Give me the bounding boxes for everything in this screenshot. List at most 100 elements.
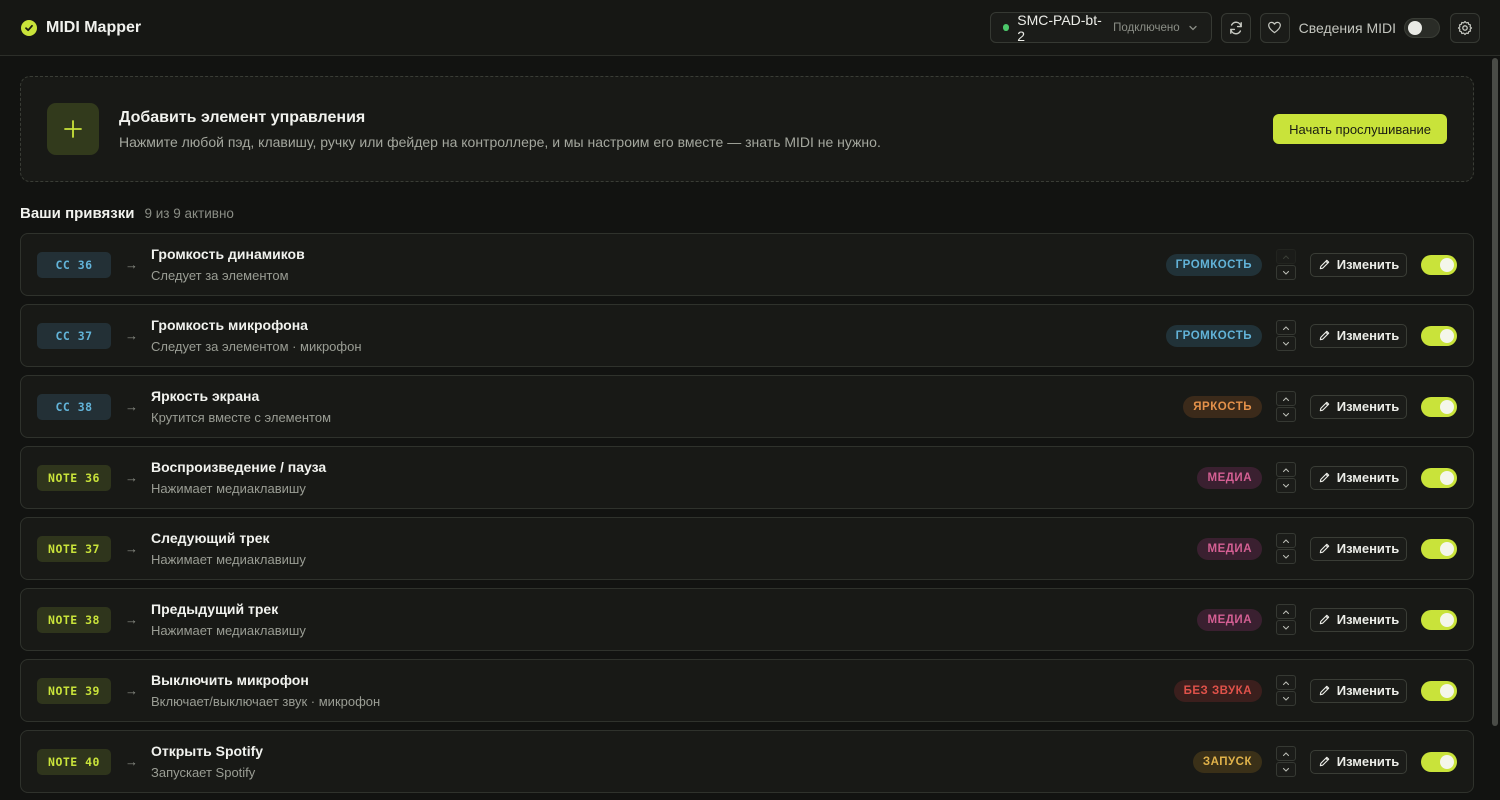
edit-binding-button[interactable]: Изменить xyxy=(1310,394,1407,419)
sync-icon xyxy=(1228,20,1244,36)
move-up-button[interactable] xyxy=(1276,746,1296,761)
edit-binding-button[interactable]: Изменить xyxy=(1310,323,1407,348)
arrow-icon: → xyxy=(125,399,138,414)
move-down-button[interactable] xyxy=(1276,336,1296,351)
binding-row: CC 37 → Громкость микрофона Следует за э… xyxy=(20,304,1474,367)
move-up-button[interactable] xyxy=(1276,249,1296,264)
move-up-button[interactable] xyxy=(1276,462,1296,477)
binding-enabled-toggle[interactable] xyxy=(1421,751,1457,772)
start-listening-button[interactable]: Начать прослушивание xyxy=(1273,114,1447,144)
binding-title: Громкость микрофона xyxy=(151,317,308,333)
edit-binding-button[interactable]: Изменить xyxy=(1310,465,1407,490)
binding-controls: МЕДИА Изменить xyxy=(1197,462,1457,493)
binding-controls: МЕДИА Изменить xyxy=(1197,533,1457,564)
move-down-button[interactable] xyxy=(1276,691,1296,706)
binding-action: Предыдущий трек Нажимает медиаклавишу xyxy=(151,601,306,638)
move-down-button[interactable] xyxy=(1276,762,1296,777)
bindings-count: 9 из 9 активно xyxy=(144,206,234,221)
brand: MIDI Mapper xyxy=(21,19,141,37)
pencil-icon xyxy=(1318,471,1331,484)
edit-binding-button[interactable]: Изменить xyxy=(1310,678,1407,703)
move-up-button[interactable] xyxy=(1276,533,1296,548)
move-down-button[interactable] xyxy=(1276,265,1296,280)
binding-subtitle: Нажимает медиаклавишу xyxy=(151,481,306,496)
move-down-button[interactable] xyxy=(1276,620,1296,635)
binding-action: Выключить микрофон Включает/выключает зв… xyxy=(151,672,380,709)
chevron-down-icon xyxy=(1282,269,1290,277)
binding-subtitle: Следует за элементом · микрофон xyxy=(151,339,362,354)
move-up-button[interactable] xyxy=(1276,604,1296,619)
add-control-text: Добавить элемент управления Нажмите любо… xyxy=(119,109,881,150)
device-selector[interactable]: SMC-PAD-bt-2 Подключено xyxy=(989,11,1212,44)
category-tag: ЗАПУСК xyxy=(1192,750,1262,773)
chevron-up-icon xyxy=(1282,395,1290,403)
edit-label: Изменить xyxy=(1336,399,1400,414)
midi-trigger-badge: NOTE 39 xyxy=(37,677,111,704)
edit-label: Изменить xyxy=(1336,754,1400,769)
edit-label: Изменить xyxy=(1336,257,1400,272)
midi-info-toggle[interactable] xyxy=(1404,17,1440,38)
bindings-title: Ваши привязки xyxy=(20,205,135,222)
category-tag: ГРОМКОСТЬ xyxy=(1165,253,1262,276)
binding-subtitle: Нажимает медиаклавишу xyxy=(151,623,306,638)
add-control-icon-box xyxy=(47,103,99,155)
pencil-icon xyxy=(1318,542,1331,555)
move-down-button[interactable] xyxy=(1276,407,1296,422)
chevron-down-icon xyxy=(1282,340,1290,348)
binding-enabled-toggle[interactable] xyxy=(1421,609,1457,630)
arrow-icon: → xyxy=(125,541,138,556)
binding-controls: МЕДИА Изменить xyxy=(1197,604,1457,635)
scrollbar[interactable] xyxy=(1492,58,1498,726)
binding-row: NOTE 38 → Предыдущий трек Нажимает медиа… xyxy=(20,588,1474,651)
binding-enabled-toggle[interactable] xyxy=(1421,254,1457,275)
midi-info-label: Сведения MIDI xyxy=(1298,19,1396,36)
midi-trigger-badge: CC 38 xyxy=(37,393,111,420)
move-up-button[interactable] xyxy=(1276,675,1296,690)
binding-title: Открыть Spotify xyxy=(151,743,264,759)
edit-label: Изменить xyxy=(1336,328,1400,343)
binding-action: Громкость динамиков Следует за элементом xyxy=(151,246,305,283)
binding-subtitle: Следует за элементом xyxy=(151,268,289,283)
chevron-up-icon xyxy=(1282,466,1290,474)
move-up-button[interactable] xyxy=(1276,391,1296,406)
chevron-down-icon xyxy=(1282,766,1290,774)
binding-enabled-toggle[interactable] xyxy=(1421,467,1457,488)
toggle-knob xyxy=(1440,612,1454,627)
binding-controls: ГРОМКОСТЬ Изменить xyxy=(1165,249,1457,280)
toggle-knob xyxy=(1440,541,1454,556)
favorites-button[interactable] xyxy=(1259,12,1290,43)
edit-label: Изменить xyxy=(1336,541,1400,556)
binding-enabled-toggle[interactable] xyxy=(1421,680,1457,701)
settings-button[interactable] xyxy=(1450,12,1480,43)
pencil-icon xyxy=(1318,684,1331,697)
binding-title: Громкость динамиков xyxy=(151,246,305,262)
binding-enabled-toggle[interactable] xyxy=(1421,538,1457,559)
binding-enabled-toggle[interactable] xyxy=(1421,325,1457,346)
pencil-icon xyxy=(1318,755,1331,768)
move-down-button[interactable] xyxy=(1276,478,1296,493)
reorder-controls xyxy=(1276,533,1296,564)
refresh-button[interactable] xyxy=(1220,12,1251,43)
binding-subtitle: Нажимает медиаклавишу xyxy=(151,552,306,567)
binding-row: NOTE 40 → Открыть Spotify Запускает Spot… xyxy=(20,730,1474,793)
binding-row: CC 36 → Громкость динамиков Следует за э… xyxy=(20,233,1474,296)
app-window: MIDI Mapper SMC-PAD-bt-2 Подключено Свед… xyxy=(0,0,1500,800)
reorder-controls xyxy=(1276,462,1296,493)
edit-binding-button[interactable]: Изменить xyxy=(1310,607,1407,632)
binding-title: Выключить микрофон xyxy=(151,672,309,688)
binding-row: CC 38 → Яркость экрана Крутится вместе с… xyxy=(20,375,1474,438)
move-up-button[interactable] xyxy=(1276,320,1296,335)
device-name: SMC-PAD-bt-2 xyxy=(1017,11,1102,44)
reorder-controls xyxy=(1276,604,1296,635)
edit-label: Изменить xyxy=(1336,612,1400,627)
move-down-button[interactable] xyxy=(1276,549,1296,564)
midi-trigger-badge: CC 36 xyxy=(37,251,111,278)
edit-binding-button[interactable]: Изменить xyxy=(1310,749,1407,774)
toggle-knob xyxy=(1440,470,1454,485)
binding-enabled-toggle[interactable] xyxy=(1421,396,1457,417)
chevron-up-icon xyxy=(1282,679,1290,687)
edit-binding-button[interactable]: Изменить xyxy=(1310,536,1407,561)
binding-controls: ЯРКОСТЬ Изменить xyxy=(1183,391,1457,422)
edit-binding-button[interactable]: Изменить xyxy=(1310,252,1407,277)
category-tag: МЕДИА xyxy=(1197,608,1262,631)
